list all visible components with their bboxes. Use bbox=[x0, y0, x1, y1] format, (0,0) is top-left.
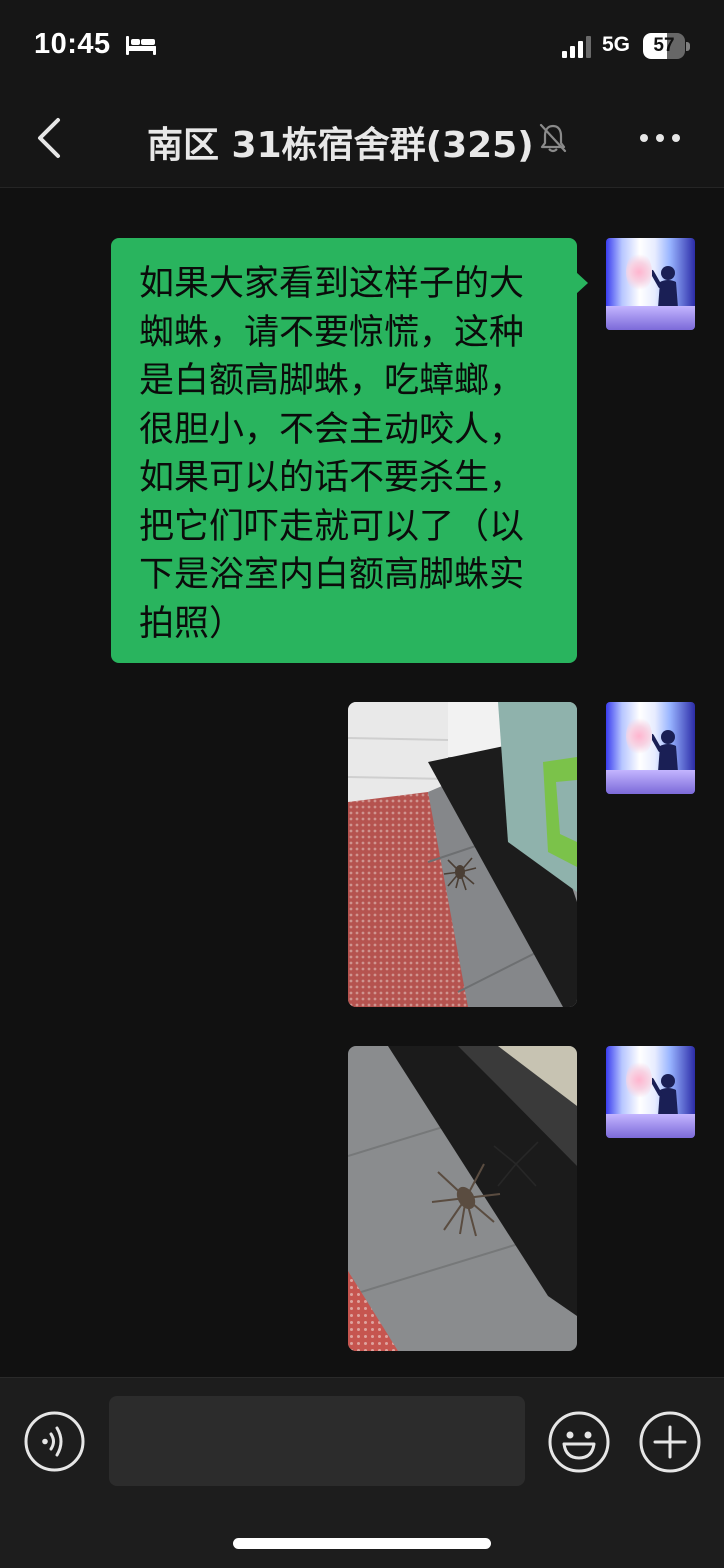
message-input[interactable] bbox=[109, 1396, 525, 1486]
more-dots-icon[interactable] bbox=[638, 126, 682, 150]
input-bar bbox=[0, 1377, 724, 1568]
avatar[interactable] bbox=[606, 702, 695, 794]
network-type: 5G bbox=[602, 33, 631, 56]
avatar[interactable] bbox=[606, 238, 695, 330]
battery-icon: 57 bbox=[643, 33, 691, 59]
cellular-signal-icon bbox=[562, 36, 591, 58]
message-bubble[interactable]: 如果大家看到这样子的大蜘蛛，请不要惊慌，这种是白额高脚蛛，吃蟑螂，很胆小，不会主… bbox=[111, 238, 588, 663]
chevron-left-icon[interactable] bbox=[34, 116, 64, 160]
status-bar: 10:45 5G 57 bbox=[0, 0, 724, 90]
status-time: 10:45 bbox=[34, 28, 111, 60]
chat-header: 南区 31栋宿舍群(325) bbox=[0, 90, 724, 188]
message-text: 如果大家看到这样子的大蜘蛛，请不要惊慌，这种是白额高脚蛛，吃蟑螂，很胆小，不会主… bbox=[139, 264, 525, 644]
spider-photo-1[interactable] bbox=[348, 702, 577, 1007]
plus-circle-icon[interactable] bbox=[639, 1411, 701, 1473]
chat-title: 南区 31栋宿舍群(325) bbox=[147, 125, 534, 166]
message-list[interactable]: 如果大家看到这样子的大蜘蛛，请不要惊慌，这种是白额高脚蛛，吃蟑螂，很胆小，不会主… bbox=[0, 189, 724, 1377]
avatar[interactable] bbox=[606, 1046, 695, 1138]
battery-percent: 57 bbox=[653, 35, 675, 56]
bed-icon bbox=[126, 36, 156, 55]
home-indicator bbox=[233, 1538, 491, 1549]
spider-photo-2[interactable] bbox=[348, 1046, 577, 1351]
emoji-smile-icon[interactable] bbox=[548, 1411, 610, 1473]
muted-bell-icon bbox=[539, 123, 567, 153]
voice-input-icon[interactable] bbox=[24, 1411, 85, 1472]
